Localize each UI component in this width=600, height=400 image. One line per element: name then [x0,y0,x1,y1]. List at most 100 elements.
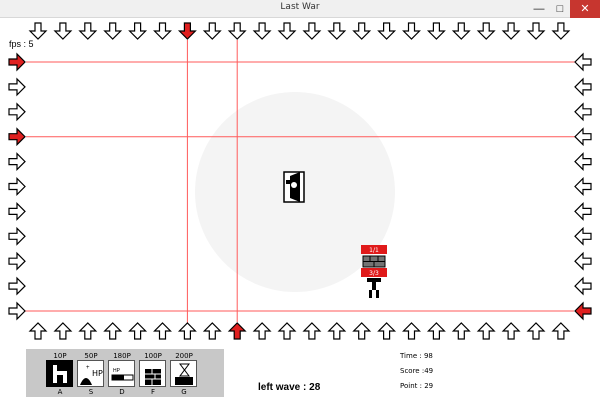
svg-text:+: + [86,365,90,371]
spawn-arrow-right [8,301,26,321]
spawn-arrow-left [574,276,592,296]
spawn-arrow-right [8,201,26,221]
spawn-arrow-left [574,102,592,122]
spawn-arrow-down [551,22,571,40]
spawn-arrow-up [426,322,446,340]
spawn-arrow-right [8,177,26,196]
svg-text:HP: HP [113,368,121,374]
spawn-arrow-up [153,322,172,340]
gun-turret-icon: HP [108,360,135,387]
time-stat: Time : 98 [400,352,433,360]
spawn-arrow-up [501,322,521,340]
spawn-arrow-up [202,322,222,340]
hp-text-top: 1/1 [369,247,379,254]
spawn-arrow-left [574,127,592,147]
bottom-spawn-arrows [28,322,571,340]
spawn-arrow-right [8,102,26,122]
heal-hp-icon: HP + [77,360,104,387]
spawn-arrow-up [53,322,73,340]
spawn-arrow-down [277,22,297,40]
close-button[interactable]: ✕ [570,0,600,18]
fps-counter: fps : 5 [9,39,34,49]
spawn-arrow-up [352,322,372,340]
spawn-arrow-down [28,22,48,40]
top-spawn-arrows [28,22,571,40]
left-wave-counter: left wave : 28 [258,382,321,393]
spawn-arrow-down [53,22,73,40]
time-label: Time : [400,352,424,360]
spawn-arrow-down [252,22,272,40]
soldier-icon [367,278,381,298]
minimize-button[interactable]: — [528,0,550,18]
score-value: 49 [424,367,434,375]
spawn-arrow-left [574,251,592,271]
spawn-arrow-left [574,152,592,172]
spawn-arrow-up [128,322,148,340]
spawn-arrow-left [574,301,592,321]
spawn-arrow-down [402,22,421,40]
spawn-arrow-up [476,322,496,340]
spawn-arrow-down [78,22,98,40]
spawn-arrow-left [574,201,592,221]
shop-item-time[interactable]: 200P G [164,352,204,396]
game-canvas[interactable]: 1/1 3/3 fps : 5 [0,18,600,348]
spawn-arrow-up [227,322,247,340]
spawn-arrow-down [377,22,397,40]
spawn-arrow-right [8,251,26,271]
wall-unit: 1/1 3/3 [361,245,387,298]
spawn-arrow-down [501,22,521,40]
spawn-arrow-down [352,22,372,40]
spawn-arrow-right [8,127,26,147]
wall-block-icon [46,360,73,387]
base-door-icon [283,171,305,203]
spawn-arrow-left [574,52,592,72]
spawn-arrow-down [202,22,222,40]
spawn-arrow-down [227,22,247,40]
spawn-arrow-down [103,22,123,40]
spawn-arrow-down [451,22,471,40]
hp-text-bottom: 3/3 [369,270,379,277]
spawn-arrow-up [302,322,322,340]
spawn-arrow-left [574,77,592,97]
hourglass-icon [170,360,197,387]
point-value: 29 [424,382,434,390]
spawn-arrow-down [476,22,496,40]
spawn-arrow-up [377,322,397,340]
spawn-arrow-down [177,22,197,40]
spawn-arrow-down [327,22,347,40]
maximize-button[interactable]: □ [550,0,570,18]
spawn-arrow-up [103,322,123,340]
spawn-arrow-down [128,22,148,40]
item-hotkey: G [181,388,187,396]
time-value: 98 [423,352,433,360]
point-stat: Point : 29 [400,382,433,390]
spawn-arrow-down [153,22,172,40]
score-label: Score : [400,367,425,375]
spawn-arrow-down [526,22,546,40]
spawn-arrow-up [177,322,197,340]
spawn-arrow-right [8,77,26,97]
brick-wall-icon [139,360,166,387]
spawn-arrow-left [574,226,592,246]
left-spawn-arrows [8,52,26,321]
spawn-arrow-up [277,322,297,340]
title-bar: Last War — □ ✕ [0,0,600,18]
spawn-arrow-up [402,322,421,340]
point-label: Point : [400,382,425,390]
spawn-arrow-down [302,22,322,40]
brick-wall-icon [362,255,386,268]
spawn-arrow-right [8,52,26,72]
window-title: Last War [280,2,320,12]
spawn-arrow-right [8,152,26,172]
spawn-arrow-right [8,226,26,246]
spawn-arrow-up [551,322,571,340]
spawn-arrow-up [327,322,347,340]
spawn-arrow-left [574,177,592,196]
spawn-arrow-up [526,322,546,340]
spawn-arrow-up [451,322,471,340]
spawn-arrow-up [78,322,98,340]
right-spawn-arrows [574,52,592,321]
spawn-arrow-up [252,322,272,340]
score-stat: Score :49 [400,367,433,375]
spawn-arrow-up [28,322,48,340]
